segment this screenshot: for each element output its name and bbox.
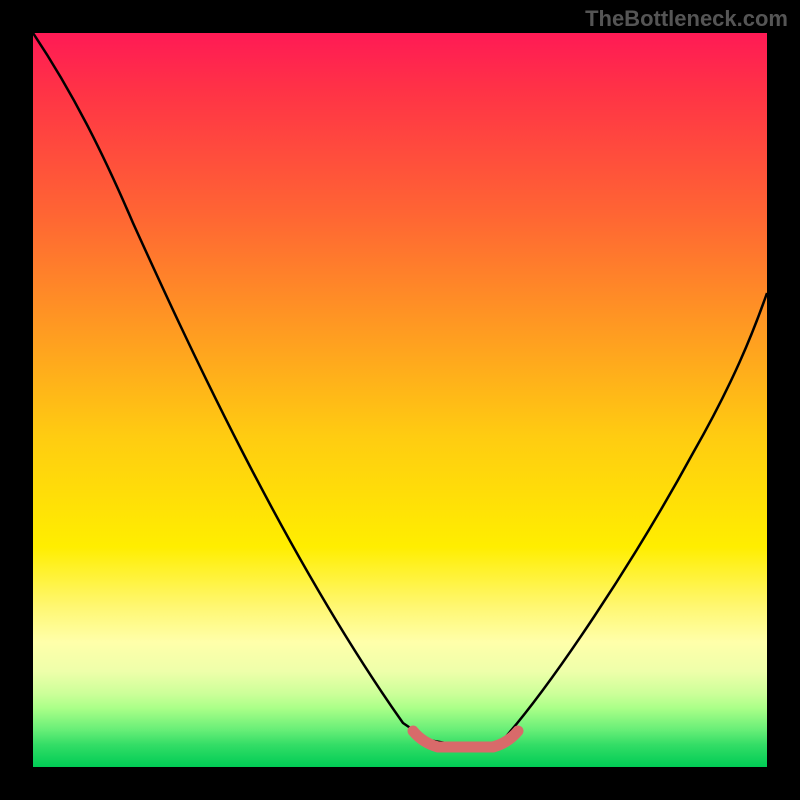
bottleneck-curve (33, 33, 767, 767)
watermark-text: TheBottleneck.com (585, 6, 788, 32)
marker-band (413, 731, 518, 747)
curve-right (503, 293, 767, 740)
plot-area (33, 33, 767, 767)
curve-left (33, 33, 428, 740)
chart-frame: TheBottleneck.com (0, 0, 800, 800)
